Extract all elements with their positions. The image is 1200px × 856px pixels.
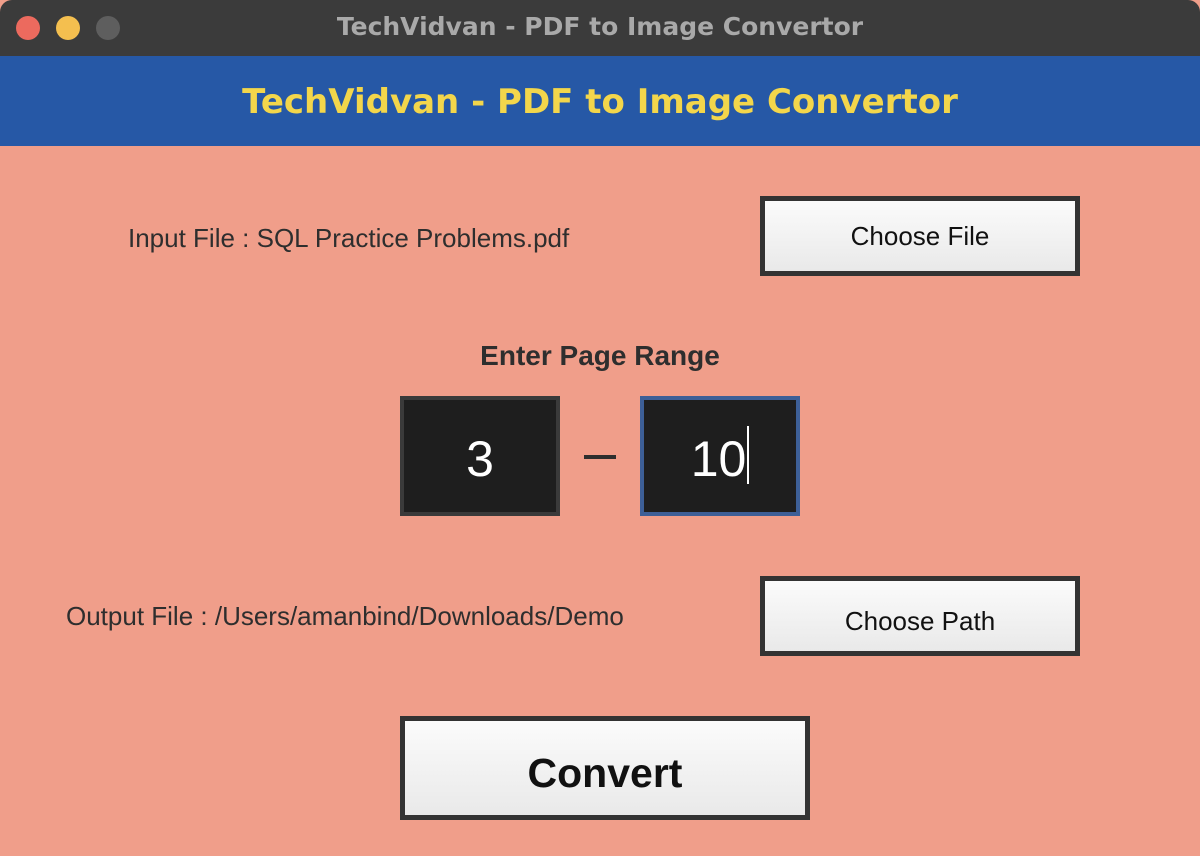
page-range-end-input[interactable]: 10 <box>640 396 800 516</box>
page-range-end-value: 10 <box>690 431 747 487</box>
output-file-label: Output File : /Users/amanbind/Downloads/… <box>66 601 624 631</box>
choose-file-button[interactable]: Choose File <box>760 196 1080 276</box>
text-caret <box>747 426 750 484</box>
app-window: TechVidvan - PDF to Image Convertor Tech… <box>0 0 1200 856</box>
title-bar: TechVidvan - PDF to Image Convertor <box>0 0 1200 56</box>
convert-button[interactable]: Convert <box>400 716 810 820</box>
choose-path-button[interactable]: Choose Path <box>760 576 1080 656</box>
page-range-heading: Enter Page Range <box>480 340 720 371</box>
page-range-start-input[interactable]: 3 <box>400 396 560 516</box>
input-file-label: Input File : SQL Practice Problems.pdf <box>128 223 570 253</box>
page-range-start-value: 3 <box>466 431 494 487</box>
header-banner: TechVidvan - PDF to Image Convertor <box>0 56 1200 146</box>
range-separator <box>584 455 616 459</box>
window-title: TechVidvan - PDF to Image Convertor <box>336 12 864 41</box>
app-heading: TechVidvan - PDF to Image Convertor <box>242 82 958 122</box>
